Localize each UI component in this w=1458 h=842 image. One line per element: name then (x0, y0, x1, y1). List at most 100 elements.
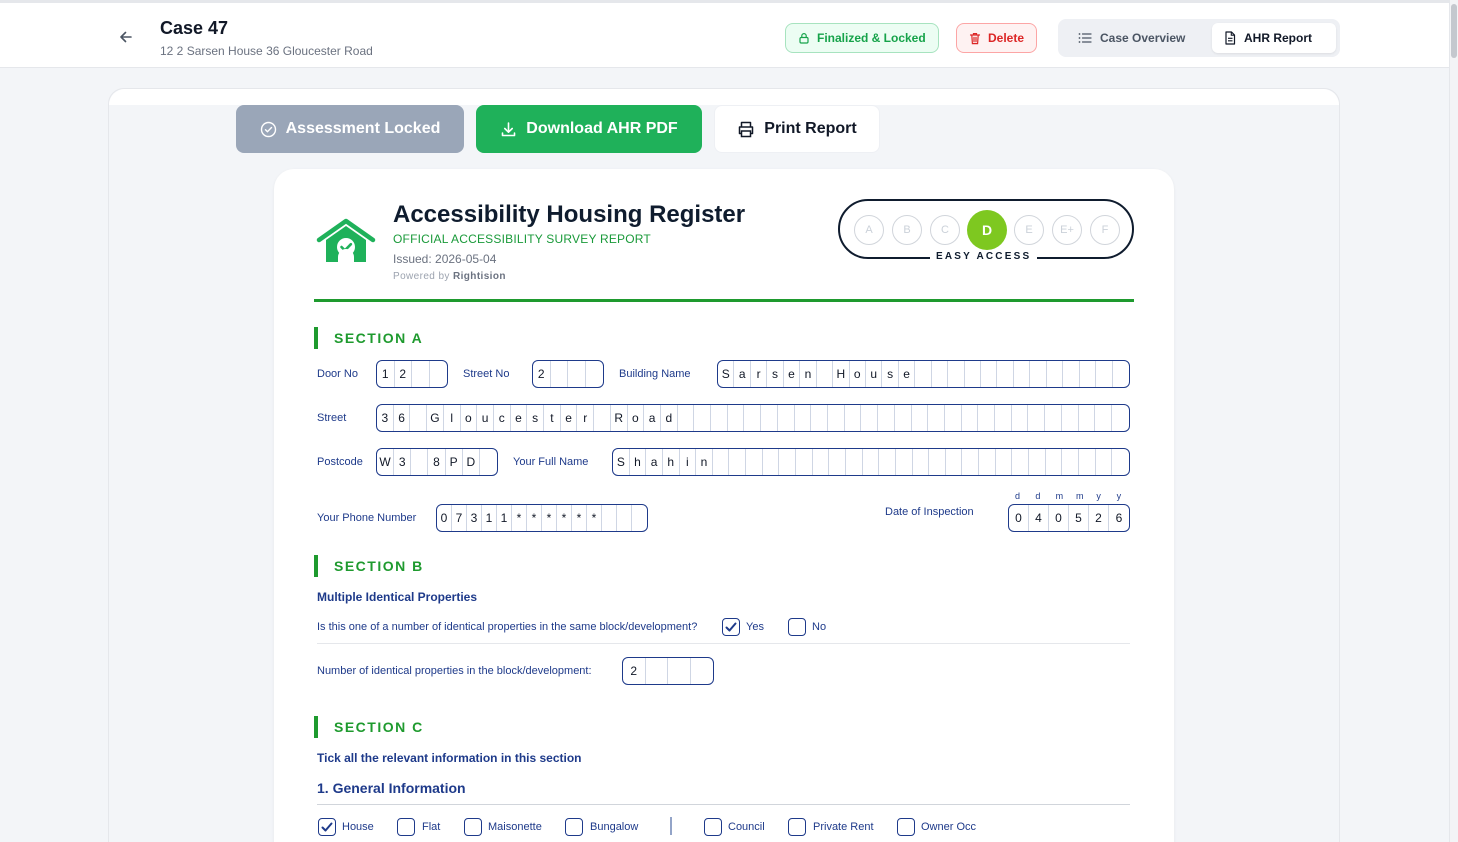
phone-field[interactable]: 0 7 3 1 1 * * * * * * (436, 504, 648, 532)
assessment-locked-button[interactable]: Assessment Locked (236, 105, 464, 153)
char-cell (1014, 361, 1031, 387)
tab-ahr-report[interactable]: AHR Report (1212, 23, 1336, 53)
postcode-field[interactable]: W3 8PD (376, 448, 498, 476)
house-logo-icon (316, 218, 376, 269)
bungalow-checkbox[interactable] (565, 818, 583, 836)
char-cell: * (557, 505, 572, 531)
char-cell: a (734, 361, 751, 387)
char-cell: 0 (437, 505, 452, 531)
street-no-label: Street No (463, 368, 510, 380)
char-cell: 4 (1029, 505, 1049, 531)
char-cell: n (800, 361, 817, 387)
private-rent-checkbox[interactable] (788, 818, 806, 836)
char-cell (694, 405, 712, 431)
scrollbar[interactable] (1449, 0, 1458, 842)
general-information-divider (317, 804, 1130, 805)
print-report-button[interactable]: Print Report (714, 105, 880, 153)
delete-button[interactable]: Delete (956, 23, 1038, 53)
char-cell (480, 449, 497, 475)
yes-label: Yes (746, 621, 764, 633)
case-address: 12 2 Sarsen House 36 Gloucester Road (160, 44, 373, 58)
char-cell (1112, 405, 1129, 431)
char-cell: 2 (533, 361, 551, 387)
char-cell (678, 405, 695, 431)
char-cell (746, 449, 763, 475)
check-icon (725, 622, 737, 632)
char-cell: h (630, 449, 647, 475)
char-cell (965, 361, 981, 387)
delete-button-label: Delete (988, 31, 1025, 45)
char-cell (1046, 449, 1063, 475)
char-cell: 2 (623, 658, 646, 684)
scrollbar-thumb[interactable] (1451, 4, 1457, 58)
char-cell (729, 449, 747, 475)
header-divider (314, 299, 1134, 302)
grade-d: D (967, 210, 1007, 250)
char-cell (728, 405, 745, 431)
street-field[interactable]: 36 Gloucester Road (376, 404, 1130, 432)
char-cell: 2 (395, 361, 412, 387)
download-icon (501, 121, 516, 136)
char-cell (829, 449, 846, 475)
char-cell (568, 361, 586, 387)
owner-occ-checkbox[interactable] (897, 818, 915, 836)
house-label: House (342, 821, 374, 833)
char-cell (711, 405, 728, 431)
bungalow-label: Bungalow (590, 821, 639, 833)
full-name-field[interactable]: Shahin (612, 448, 1130, 476)
tab-case-overview[interactable]: Case Overview (1066, 23, 1197, 53)
section-a-heading: SECTION A (314, 327, 423, 349)
char-cell (1029, 449, 1046, 475)
char-cell: e (511, 405, 528, 431)
char-cell (945, 405, 962, 431)
char-cell: s (527, 405, 545, 431)
char-cell (915, 361, 932, 387)
inspection-date-field[interactable]: 040526 (1008, 504, 1130, 532)
maisonette-label: Maisonette (488, 821, 542, 833)
flat-checkbox[interactable] (397, 818, 415, 836)
char-cell: e (561, 405, 578, 431)
full-name-label: Your Full Name (513, 456, 589, 468)
trash-icon (969, 32, 981, 44)
date-format-header: d (1015, 491, 1021, 501)
identical-count-field[interactable]: 2 (622, 657, 714, 685)
char-cell: s (882, 361, 899, 387)
char-cell (861, 405, 879, 431)
section-b-subtitle: Multiple Identical Properties (317, 590, 478, 604)
council-checkbox[interactable] (704, 818, 722, 836)
char-cell (1045, 405, 1062, 431)
char-cell: 7 (452, 505, 467, 531)
yes-checkbox[interactable] (722, 618, 740, 636)
char-cell (845, 405, 862, 431)
char-cell (796, 449, 813, 475)
general-information-heading: 1. General Information (317, 780, 466, 796)
char-cell: R (611, 405, 628, 431)
char-cell (948, 361, 965, 387)
section-c-heading: SECTION C (314, 716, 424, 738)
char-cell (763, 449, 780, 475)
char-cell: e (784, 361, 801, 387)
date-format-header: y (1096, 491, 1101, 501)
char-cell: n (696, 449, 713, 475)
maisonette-checkbox[interactable] (464, 818, 482, 836)
char-cell (863, 449, 880, 475)
char-cell (1113, 361, 1129, 387)
char-cell: h (663, 449, 680, 475)
date-format-header: m (1055, 491, 1064, 501)
char-cell (1012, 449, 1030, 475)
no-checkbox[interactable] (788, 618, 806, 636)
char-cell: P (446, 449, 463, 475)
download-pdf-button[interactable]: Download AHR PDF (476, 105, 702, 153)
street-no-field[interactable]: 2 (532, 360, 604, 388)
print-report-label: Print Report (764, 120, 857, 137)
grade-b: B (892, 215, 922, 245)
building-name-field[interactable]: Sarsen House (717, 360, 1130, 388)
char-cell (913, 449, 930, 475)
door-no-field[interactable]: 12 (376, 360, 448, 388)
char-cell: d (661, 405, 678, 431)
back-button[interactable] (114, 25, 138, 49)
grade-f: F (1090, 215, 1120, 245)
char-cell (430, 361, 448, 387)
grade-a: A (854, 215, 884, 245)
house-checkbox[interactable] (318, 818, 336, 836)
